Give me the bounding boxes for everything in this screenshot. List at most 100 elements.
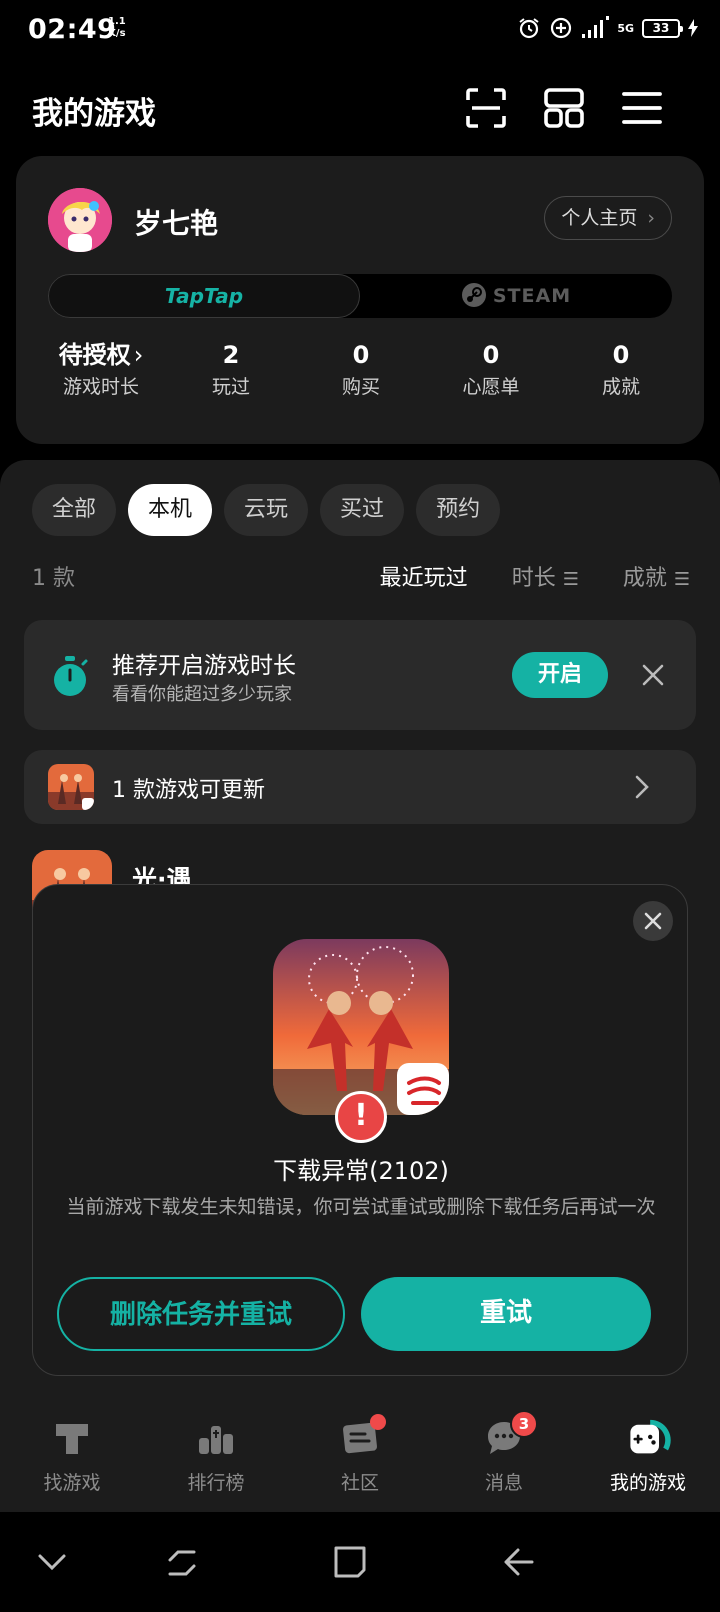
scan-button[interactable] bbox=[462, 84, 510, 132]
back-icon[interactable] bbox=[498, 1542, 538, 1582]
charging-icon bbox=[688, 19, 698, 37]
dialog-message: 当前游戏下载发生未知错误，你可尝试重试或删除下载任务后再试一次 bbox=[66, 1196, 656, 1218]
status-icons: 5G 33 bbox=[517, 16, 698, 40]
stat-achievements-value: 0 bbox=[612, 341, 630, 369]
chevron-down-icon[interactable] bbox=[32, 1542, 72, 1582]
dialog-close-button[interactable] bbox=[633, 901, 673, 941]
tab-label: 排行榜 bbox=[187, 1472, 245, 1494]
network-type: 5G bbox=[617, 21, 634, 35]
tab-label: 社区 bbox=[340, 1472, 379, 1494]
homepage-button[interactable]: 个人主页 › bbox=[544, 196, 672, 240]
tab-community[interactable]: 社区 bbox=[288, 1408, 432, 1512]
stat-played-label: 玩过 bbox=[211, 376, 250, 398]
update-text: 1 款游戏可更新 bbox=[112, 778, 265, 803]
enable-playtime-button[interactable]: 开启 bbox=[512, 652, 608, 698]
stat-purchased-value: 0 bbox=[352, 341, 370, 369]
tip-title: 推荐开启游戏时长 bbox=[112, 653, 296, 679]
homepage-label: 个人主页 bbox=[561, 207, 638, 229]
message-badge: 3 bbox=[510, 1410, 538, 1438]
my-games-icon bbox=[630, 1419, 671, 1454]
tip-subtitle: 看看你能超过多少玩家 bbox=[112, 684, 292, 705]
chip-all[interactable]: 全部 bbox=[32, 484, 117, 536]
battery-icon: 33 bbox=[642, 18, 683, 38]
avatar-image bbox=[48, 188, 112, 252]
stat-achievements-label: 成就 bbox=[601, 376, 640, 398]
stat-purchased[interactable]: 0 购买 bbox=[296, 338, 426, 408]
page-title: 我的游戏 bbox=[32, 96, 156, 132]
tab-label: 消息 bbox=[484, 1472, 523, 1494]
recent-apps-icon[interactable] bbox=[162, 1542, 202, 1582]
chevron-right-icon bbox=[635, 775, 649, 799]
tab-label: 我的游戏 bbox=[609, 1472, 686, 1494]
sort-recent[interactable]: 最近玩过 bbox=[380, 560, 468, 592]
stat-playtime[interactable]: 待授权 › 游戏时长 bbox=[36, 338, 166, 408]
sort-options: 最近玩过 时长 ☰ 成就 ☰ bbox=[380, 560, 690, 592]
stats-row: 待授权 › 游戏时长 2 玩过 0 购买 0 心愿单 0 成就 bbox=[36, 338, 686, 408]
tab-ranking[interactable]: 排行榜 bbox=[144, 1408, 288, 1512]
chevron-right-icon: › bbox=[647, 207, 655, 229]
retry-button[interactable]: 重试 bbox=[361, 1277, 651, 1351]
stat-wishlist-value: 0 bbox=[482, 341, 500, 369]
grid-icon bbox=[544, 88, 584, 128]
platform-taptap-tab[interactable]: TapTap bbox=[48, 274, 360, 318]
stat-wishlist[interactable]: 0 心愿单 bbox=[426, 338, 556, 408]
stat-playtime-value: 待授权 bbox=[58, 341, 131, 369]
close-icon bbox=[644, 912, 662, 930]
net-speed: 1.1 K/s bbox=[108, 16, 126, 39]
sort-playtime[interactable]: 时长 ☰ bbox=[512, 560, 579, 592]
platform-switch: TapTap STEAM bbox=[48, 274, 672, 318]
stat-wishlist-label: 心愿单 bbox=[462, 376, 520, 398]
steam-icon bbox=[461, 283, 486, 307]
download-error-dialog: ! 下载异常(2102) 当前游戏下载发生未知错误，你可尝试重试或删除下载任务后… bbox=[32, 884, 688, 1376]
platform-steam-tab[interactable]: STEAM bbox=[360, 274, 672, 318]
tab-my-games[interactable]: 我的游戏 bbox=[576, 1408, 720, 1512]
sort-achievements[interactable]: 成就 ☰ bbox=[623, 560, 690, 592]
profile-card: 岁七艳 个人主页 › TapTap STEAM 待授权 › 游戏时长 2 玩过 0… bbox=[16, 156, 704, 444]
sort-achievements-label: 成就 bbox=[622, 566, 667, 591]
chip-bought[interactable]: 买过 bbox=[320, 484, 405, 536]
ranking-icon bbox=[199, 1426, 233, 1454]
stopwatch-icon bbox=[54, 656, 88, 696]
stat-playtime-label: 游戏时长 bbox=[62, 376, 139, 398]
library-layout-button[interactable] bbox=[540, 84, 588, 132]
dialog-title: 下载异常(2102) bbox=[273, 1157, 449, 1185]
playtime-tip-card: 推荐开启游戏时长 看看你能超过多少玩家 开启 bbox=[24, 620, 696, 730]
chip-cloud[interactable]: 云玩 bbox=[224, 484, 309, 536]
menu-icon bbox=[622, 92, 662, 124]
chevron-right-icon: › bbox=[133, 341, 144, 369]
page-header: 我的游戏 bbox=[0, 72, 720, 142]
scan-icon bbox=[466, 88, 506, 128]
stat-played-value: 2 bbox=[222, 341, 240, 369]
steam-label: STEAM bbox=[492, 285, 572, 307]
stat-achievements[interactable]: 0 成就 bbox=[556, 338, 686, 408]
sort-order-icon: ☰ bbox=[562, 569, 579, 590]
warning-icon: ! bbox=[335, 1091, 387, 1143]
game-count: 1 款 bbox=[32, 566, 75, 591]
avatar[interactable] bbox=[48, 188, 112, 252]
game-artwork bbox=[273, 939, 449, 1115]
signal-icon bbox=[582, 16, 610, 38]
status-time: 02:49 bbox=[28, 14, 117, 45]
tab-find-game[interactable]: 找游戏 bbox=[0, 1408, 144, 1512]
chip-local[interactable]: 本机 bbox=[128, 484, 213, 536]
username: 岁七艳 bbox=[134, 207, 219, 240]
notification-dot bbox=[370, 1414, 386, 1430]
filter-chips: 全部 本机 云玩 买过 预约 bbox=[32, 484, 501, 536]
tab-label: 找游戏 bbox=[43, 1472, 101, 1494]
data-saver-icon bbox=[551, 17, 572, 39]
menu-button[interactable] bbox=[618, 84, 666, 132]
bottom-tab-bar: 找游戏 排行榜 社区 3 消息 我的游戏 bbox=[0, 1408, 720, 1512]
find-game-icon bbox=[56, 1424, 88, 1454]
close-icon[interactable] bbox=[640, 662, 666, 688]
stat-played[interactable]: 2 玩过 bbox=[166, 338, 296, 408]
update-available-card[interactable]: 1 款游戏可更新 bbox=[24, 750, 696, 824]
game-thumbnail bbox=[48, 764, 94, 810]
alarm-icon bbox=[519, 18, 539, 39]
stat-purchased-label: 购买 bbox=[341, 376, 380, 398]
tab-messages[interactable]: 3 消息 bbox=[432, 1408, 576, 1512]
sort-playtime-label: 时长 bbox=[511, 566, 556, 591]
sort-order-icon: ☰ bbox=[673, 569, 690, 590]
delete-and-retry-button[interactable]: 删除任务并重试 bbox=[57, 1277, 345, 1351]
home-icon[interactable] bbox=[330, 1542, 370, 1582]
chip-reserved[interactable]: 预约 bbox=[416, 484, 501, 536]
